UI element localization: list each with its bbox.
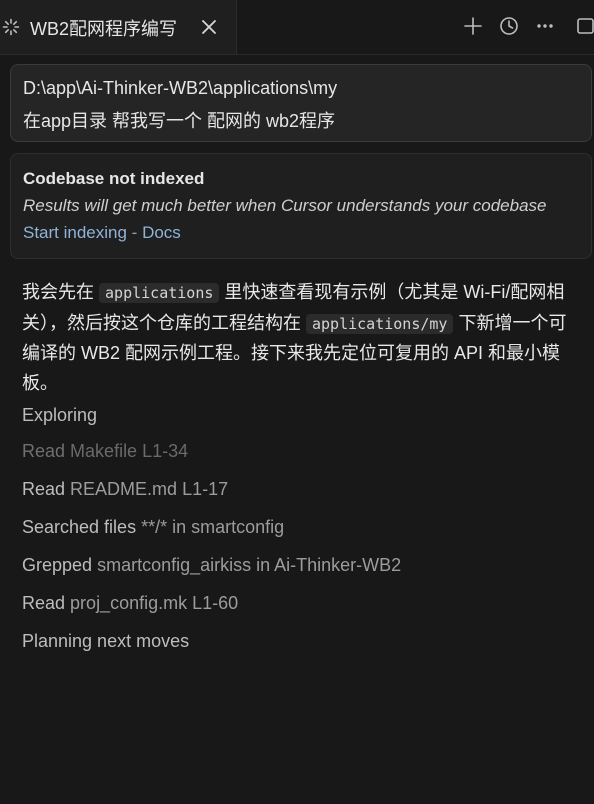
step-searched-files[interactable]: Searched files **/* in smartconfig [22,517,284,538]
step-planning: Planning next moves [22,631,190,651]
notice-description: Results will get much better when Cursor… [23,196,547,215]
prompt-path: D:\app\Ai-Thinker-WB2\applications\my [23,78,338,98]
notice-links: Start indexing - Docs [23,223,181,243]
step-read-makefile[interactable]: Read Makefile L1-34 [22,441,188,462]
assistant-message: 我会先在 applications 里快速查看现有示例（尤其是 Wi-Fi/配网… [22,278,582,398]
link-separator: - [126,223,143,242]
tab-bar: WB2配网程序编写 [0,0,594,55]
step-grepped[interactable]: Grepped smartconfig_airkiss in Ai-Thinke… [22,555,401,576]
inline-code-applications: applications [99,283,220,303]
panel-icon[interactable] [574,15,594,37]
message-text-1: 我会先在 [22,282,100,302]
start-indexing-link[interactable]: Start indexing [23,223,127,242]
index-notice: Codebase not indexed Results will get mu… [10,153,592,259]
history-icon[interactable] [498,15,520,37]
spinner-icon [2,18,20,36]
close-icon[interactable] [200,18,218,36]
more-icon[interactable] [534,15,556,37]
plus-icon[interactable] [462,15,484,37]
tab-chat[interactable]: WB2配网程序编写 [0,0,237,54]
prompt-text: 在app目录 帮我写一个 配网的 wb2程序 [23,111,336,131]
step-exploring: Exploring [22,405,98,425]
docs-link[interactable]: Docs [142,223,181,242]
user-prompt-box[interactable]: D:\app\Ai-Thinker-WB2\applications\my 在a… [10,64,592,142]
tab-title: WB2配网程序编写 [30,19,178,39]
step-read-proj-config[interactable]: Read proj_config.mk L1-60 [22,593,238,614]
inline-code-applications-my: applications/my [306,313,454,334]
step-read-readme[interactable]: Read README.md L1-17 [22,479,228,500]
notice-title: Codebase not indexed [23,169,205,188]
